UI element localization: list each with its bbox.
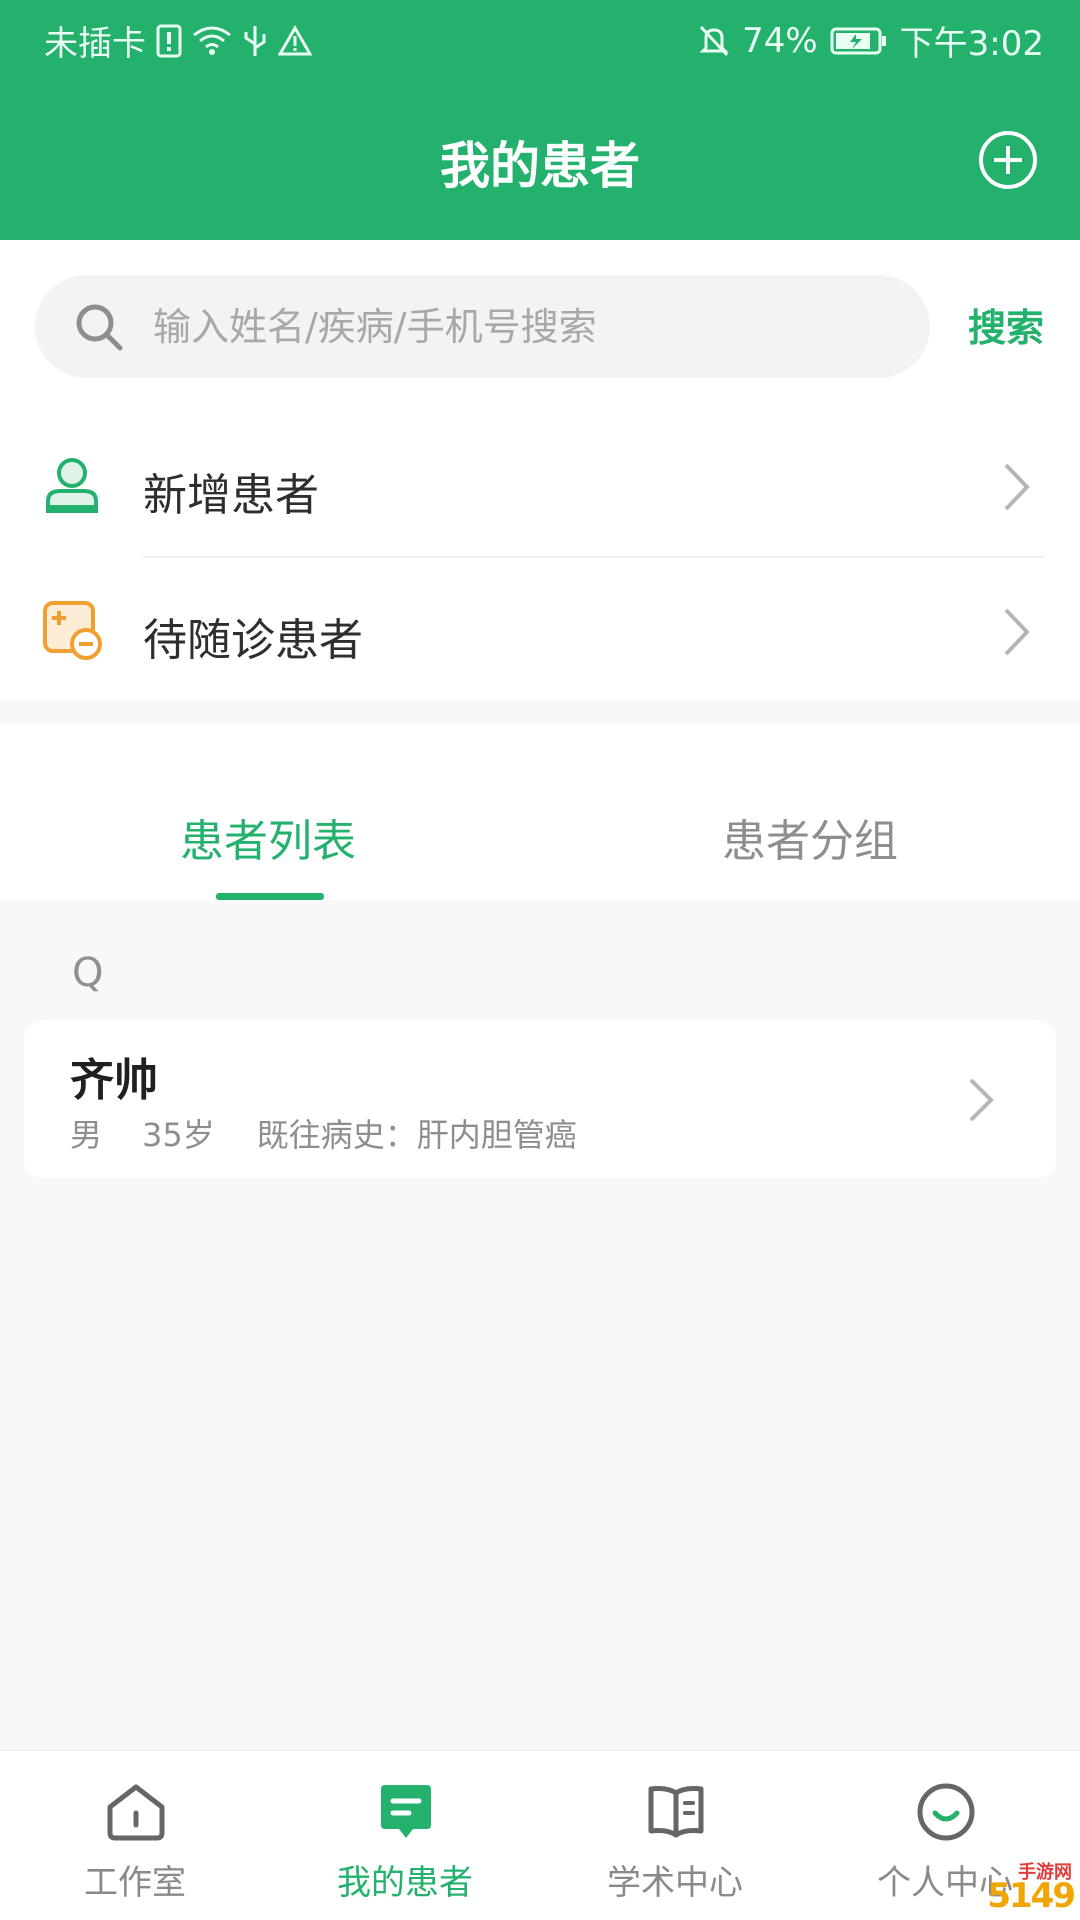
nav-label: 我的患者	[337, 1863, 473, 1903]
usb-icon	[242, 24, 268, 58]
add-patient-icon	[46, 458, 98, 513]
mute-bell-icon	[698, 24, 730, 58]
patient-list: Q 齐帅 男 35岁 既往病史：肝内胆管癌	[0, 900, 1080, 1750]
tab-patient-groups[interactable]: 患者分组	[722, 805, 898, 869]
nav-item-workroom[interactable]: 工作室	[0, 1751, 270, 1920]
nav-label: 工作室	[84, 1863, 186, 1903]
section-index-letter: Q	[72, 950, 104, 996]
watermark-text: 5149	[987, 1876, 1076, 1916]
home-icon	[107, 1784, 165, 1841]
status-left: 未插卡	[44, 16, 312, 65]
menu-item-add-patient[interactable]: 新增患者	[0, 415, 1080, 560]
search-icon	[76, 304, 123, 351]
bottom-nav: 工作室 我的患者 学术中心 个人中心	[0, 1750, 1080, 1920]
menu-item-label: 待随诊患者	[143, 615, 363, 666]
menu-item-pending-followup[interactable]: 待随诊患者	[0, 560, 1080, 705]
warning-icon	[278, 24, 312, 57]
search-button[interactable]: 搜索	[968, 297, 1044, 352]
patient-name: 齐帅	[70, 1055, 158, 1106]
title-bar: 我的患者	[0, 100, 1080, 220]
search-box[interactable]	[35, 275, 930, 378]
book-icon	[648, 1786, 704, 1838]
watermark-logo: 手游网 5149	[930, 1862, 1080, 1920]
battery-percent: 74%	[742, 20, 818, 61]
tab-patient-list[interactable]: 患者列表	[180, 805, 356, 869]
chevron-right-icon	[1004, 463, 1030, 511]
screen: 未插卡 74% 下午3:02 我的患者 输入姓名/疾病/手机号搜索 搜索 新增患…	[0, 0, 1080, 1920]
chevron-right-icon	[969, 1078, 994, 1122]
patient-meta: 男 35岁 既往病史：肝内胆管癌	[70, 1110, 577, 1156]
wifi-icon	[192, 25, 232, 57]
app-header: 未插卡 74% 下午3:02 我的患者	[0, 0, 1080, 240]
patient-gender: 男	[70, 1116, 103, 1154]
carrier-text: 未插卡	[44, 24, 146, 64]
search-input[interactable]	[153, 275, 893, 378]
status-right: 74% 下午3:02	[698, 16, 1044, 65]
menu-item-label: 新增患者	[143, 470, 319, 521]
smile-icon	[917, 1783, 975, 1841]
patient-age: 35岁	[142, 1116, 215, 1154]
patient-tabs: 患者列表 患者分组	[0, 725, 1080, 900]
pending-followup-icon	[43, 601, 102, 660]
clock-time: 下午3:02	[899, 24, 1044, 64]
active-tab-indicator	[216, 893, 324, 900]
chevron-right-icon	[1004, 608, 1030, 656]
page-title: 我的患者	[440, 137, 640, 195]
search-row: 搜索	[0, 275, 1080, 380]
patient-row[interactable]: 齐帅 男 35岁 既往病史：肝内胆管癌	[24, 1020, 1056, 1178]
status-bar: 未插卡 74% 下午3:02	[0, 0, 1080, 75]
patient-history: 既往病史：肝内胆管癌	[256, 1116, 577, 1154]
sim-alert-icon	[156, 24, 182, 58]
plus-circle-icon	[979, 131, 1037, 189]
add-button[interactable]	[978, 130, 1038, 190]
menu-divider	[143, 556, 1044, 558]
nav-item-my-patients[interactable]: 我的患者	[270, 1751, 540, 1920]
message-icon	[381, 1785, 431, 1838]
battery-charging-icon	[830, 26, 888, 56]
nav-label: 学术中心	[607, 1863, 743, 1903]
nav-item-academic-center[interactable]: 学术中心	[540, 1751, 810, 1920]
